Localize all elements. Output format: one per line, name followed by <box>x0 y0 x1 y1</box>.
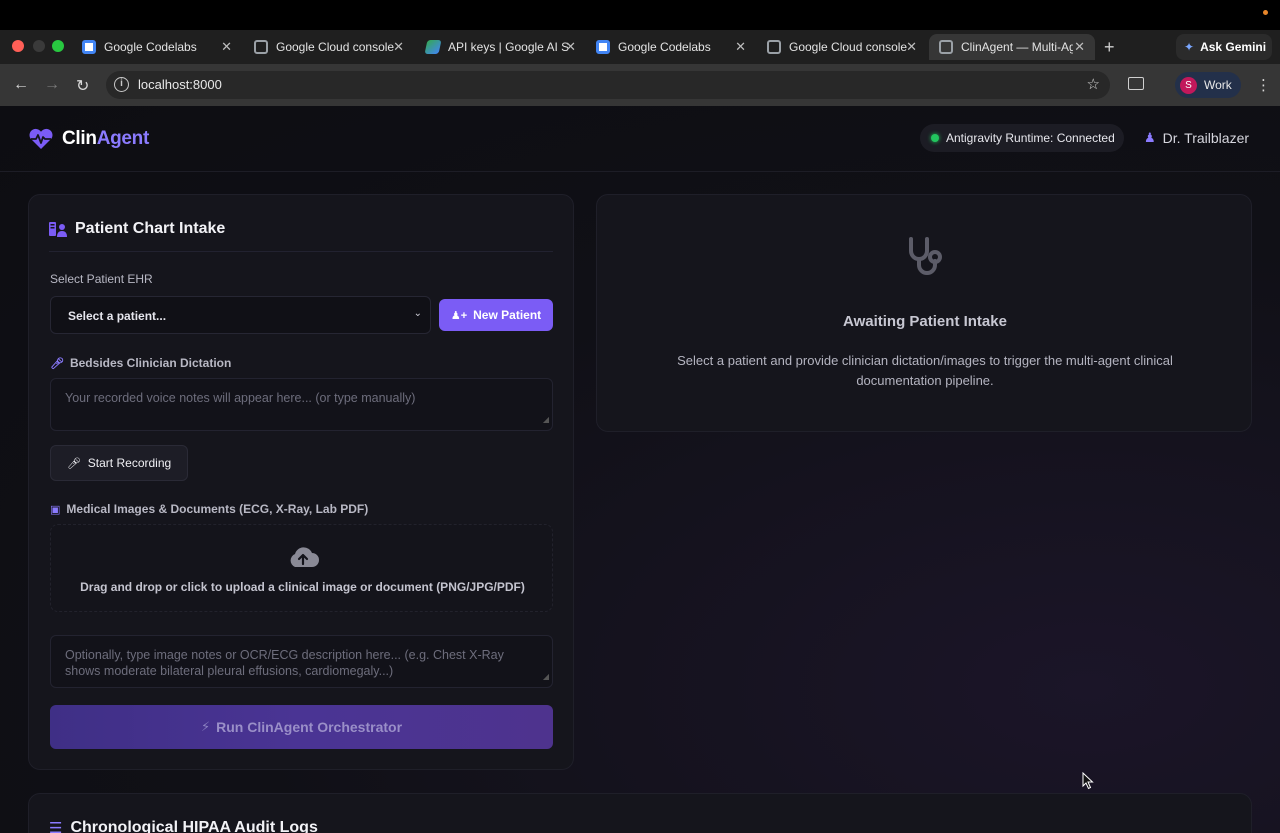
section-divider <box>49 251 553 252</box>
user-icon: ♟ <box>1144 130 1156 145</box>
select-patient-label: Select Patient EHR <box>50 272 153 286</box>
browser-tab-2[interactable]: Google Cloud console ✕ <box>244 34 414 60</box>
awaiting-title: Awaiting Patient Intake <box>843 313 1007 330</box>
cloud-upload-icon <box>290 547 319 567</box>
cloud-console-icon <box>254 40 268 54</box>
back-icon[interactable]: ← <box>13 76 29 94</box>
gemini-spark-icon: ✦ <box>1184 40 1195 54</box>
list-check-icon: ☰ <box>49 820 63 833</box>
start-recording-label: Start Recording <box>87 456 172 470</box>
tab-close-icon[interactable]: ✕ <box>1074 39 1085 55</box>
logo-text-part1: Clin <box>62 128 97 149</box>
address-bar[interactable]: i localhost:8000 ☆ <box>106 71 1110 99</box>
bookmark-star-icon[interactable]: ☆ <box>1087 75 1100 93</box>
tab-close-icon[interactable]: ✕ <box>221 39 232 55</box>
intake-title-text: Patient Chart Intake <box>75 220 226 237</box>
codelabs-icon <box>82 40 96 54</box>
mouse-cursor-icon <box>1082 772 1094 790</box>
ask-gemini-label: Ask Gemini <box>1200 40 1267 54</box>
tab-close-icon[interactable]: ✕ <box>565 39 576 55</box>
tab-title: Google Codelabs <box>104 40 197 54</box>
profile-label: Work <box>1204 78 1232 92</box>
globe-icon <box>939 40 953 54</box>
window-maximize-icon[interactable] <box>52 40 64 52</box>
tab-search-icon[interactable] <box>1128 77 1144 90</box>
tab-title: Google Cloud console <box>789 40 908 54</box>
image-notes-textarea[interactable]: Optionally, type image notes or OCR/ECG … <box>50 635 553 688</box>
tab-title: Google Cloud console <box>276 40 395 54</box>
browser-tab-5[interactable]: Google Cloud console ✕ <box>757 34 927 60</box>
tab-title: API keys | Google AI S <box>448 40 568 54</box>
add-user-icon: ♟+ <box>450 309 468 322</box>
dictation-textarea[interactable]: Your recorded voice notes will appear he… <box>50 378 553 431</box>
image-icon: ▣ <box>50 503 61 516</box>
audit-logs-title: ☰ Chronological HIPAA Audit Logs <box>49 819 318 833</box>
tab-title: ClinAgent — Multi-Ag <box>961 40 1073 54</box>
audit-logs-title-text: Chronological HIPAA Audit Logs <box>70 819 318 833</box>
site-info-icon[interactable]: i <box>114 77 129 92</box>
tab-close-icon[interactable]: ✕ <box>393 39 404 55</box>
dictation-placeholder: Your recorded voice notes will appear he… <box>65 391 416 405</box>
recording-indicator-icon <box>1263 10 1268 15</box>
codelabs-icon <box>596 40 610 54</box>
patient-select[interactable]: Select a patient... ⌄ <box>50 296 431 334</box>
heartbeat-logo-icon <box>29 128 53 149</box>
cloud-console-icon <box>767 40 781 54</box>
dictation-label-text: Bedsides Clinician Dictation <box>69 356 232 370</box>
ask-gemini-button[interactable]: ✦ Ask Gemini <box>1176 34 1272 60</box>
awaiting-intake-card: Awaiting Patient Intake Select a patient… <box>596 194 1252 432</box>
tab-close-icon[interactable]: ✕ <box>906 39 917 55</box>
new-tab-icon[interactable]: + <box>1104 37 1115 58</box>
dictation-label: 🎤︎ Bedsides Clinician Dictation <box>50 356 231 370</box>
awaiting-description: Select a patient and provide clinician d… <box>677 353 1173 388</box>
app-logo[interactable]: ClinAgent <box>62 128 149 150</box>
forward-icon[interactable]: → <box>44 76 60 94</box>
chevron-down-icon: ⌄ <box>413 308 422 319</box>
patient-intake-card: Patient Chart Intake Select Patient EHR … <box>28 194 574 770</box>
app-header: ClinAgent Antigravity Runtime: Connected… <box>0 106 1280 172</box>
resize-handle-icon[interactable]: ◢ <box>543 412 549 428</box>
resize-handle-icon[interactable]: ◢ <box>543 669 549 685</box>
ai-studio-icon <box>424 40 442 54</box>
upload-dropzone[interactable]: Drag and drop or click to upload a clini… <box>50 524 553 612</box>
audit-logs-card: ☰ Chronological HIPAA Audit Logs <box>28 793 1252 833</box>
avatar: S <box>1180 76 1197 94</box>
browser-tab-3[interactable]: API keys | Google AI S ✕ <box>416 34 586 60</box>
patient-select-value: Select a patient... <box>68 309 167 323</box>
runtime-status-text: Antigravity Runtime: Connected <box>946 131 1115 145</box>
user-menu[interactable]: ♟ Dr. Trailblazer <box>1144 130 1249 146</box>
patient-chart-icon <box>49 222 67 237</box>
window-close-icon[interactable] <box>12 40 24 52</box>
browser-tab-1[interactable]: Google Codelabs ✕ <box>72 34 242 60</box>
tab-title: Google Codelabs <box>618 40 711 54</box>
screen-top-bar <box>0 0 1280 30</box>
tab-close-icon[interactable]: ✕ <box>735 39 746 55</box>
new-patient-label: New Patient <box>473 308 542 322</box>
image-notes-placeholder: Optionally, type image notes or OCR/ECG … <box>65 648 504 678</box>
medical-images-label-text: Medical Images & Documents (ECG, X-Ray, … <box>66 502 369 516</box>
user-name: Dr. Trailblazer <box>1162 130 1250 146</box>
runtime-status-badge: Antigravity Runtime: Connected <box>920 124 1124 152</box>
start-recording-button[interactable]: 🎤︎ Start Recording <box>50 445 188 481</box>
lightning-icon: ⚡︎ <box>200 719 211 734</box>
intake-title: Patient Chart Intake <box>49 220 225 238</box>
microphone-icon: 🎤︎ <box>66 457 81 470</box>
browser-tab-6-active[interactable]: ClinAgent — Multi-Ag ✕ <box>929 34 1095 60</box>
dropzone-text: Drag and drop or click to upload a clini… <box>80 580 525 594</box>
logo-text-part2: Agent <box>96 128 150 149</box>
url-text: localhost:8000 <box>138 77 222 92</box>
browser-tab-4[interactable]: Google Codelabs ✕ <box>586 34 756 60</box>
run-orchestrator-label: Run ClinAgent Orchestrator <box>216 719 403 735</box>
clinagent-app: ClinAgent Antigravity Runtime: Connected… <box>0 106 1280 833</box>
run-orchestrator-button[interactable]: ⚡︎ Run ClinAgent Orchestrator <box>50 705 553 749</box>
stethoscope-icon <box>909 237 942 275</box>
browser-menu-icon[interactable]: ⋮ <box>1256 76 1271 94</box>
medical-images-label: ▣ Medical Images & Documents (ECG, X-Ray… <box>50 502 368 516</box>
reload-icon[interactable]: ↻ <box>76 76 89 96</box>
microphone-icon: 🎤︎ <box>50 357 64 370</box>
new-patient-button[interactable]: ♟+ New Patient <box>439 299 553 331</box>
profile-button[interactable]: S Work <box>1175 72 1241 98</box>
status-dot-icon <box>931 134 939 142</box>
window-minimize-icon[interactable] <box>33 40 45 52</box>
